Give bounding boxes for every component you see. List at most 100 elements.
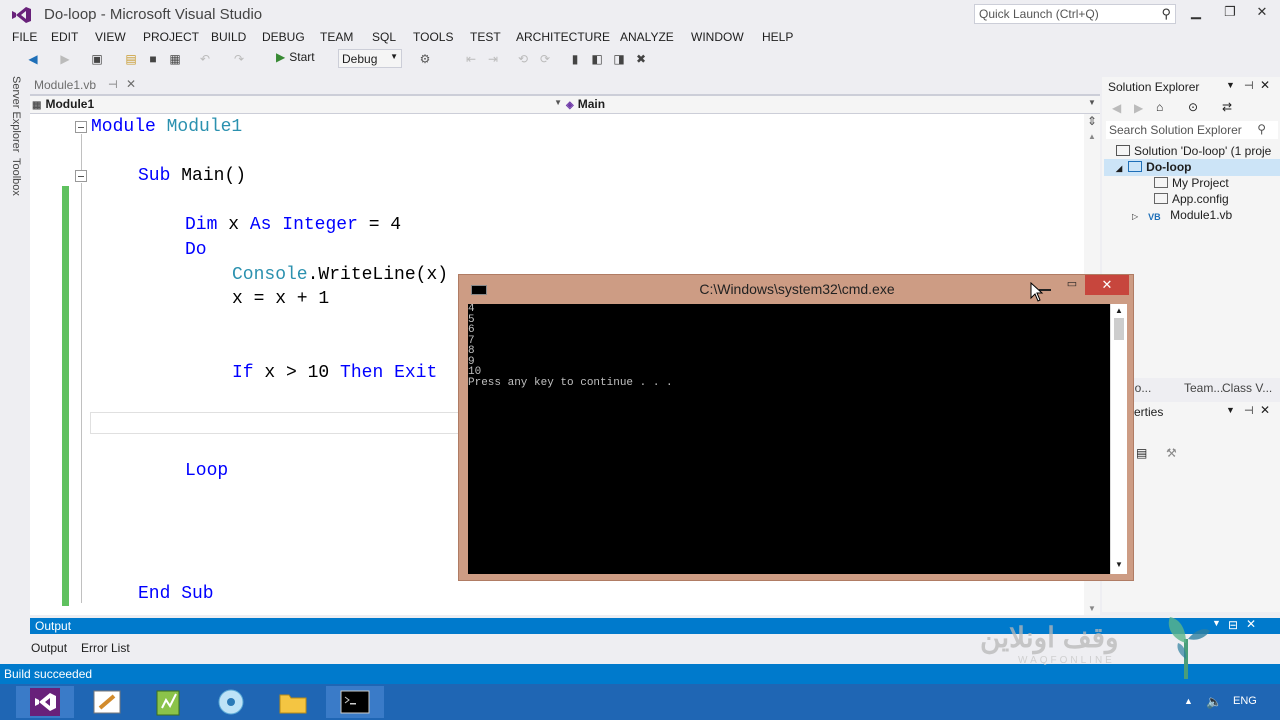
tree-item-project[interactable]: ◢ Do-loop xyxy=(1116,160,1191,174)
pin-icon[interactable]: ⊣ xyxy=(1244,404,1254,417)
forward-icon[interactable]: ▶ xyxy=(56,50,74,68)
back-icon[interactable]: ◀ xyxy=(24,50,42,68)
bookmark-icon[interactable]: ▮ xyxy=(566,50,584,68)
menu-help[interactable]: HELP xyxy=(762,30,793,44)
code-line-module: Module Module1 xyxy=(91,117,243,137)
toolbox-tab[interactable]: Toolbox xyxy=(10,158,22,196)
pin-icon[interactable]: ⊣ xyxy=(1244,79,1254,92)
start-debugging-button[interactable]: ▶ Start xyxy=(276,50,315,64)
save-all-icon[interactable]: ▦ xyxy=(166,50,184,68)
menu-test[interactable]: TEST xyxy=(470,30,501,44)
document-tab-module1[interactable]: Module1.vb ⊣ ✕ xyxy=(30,77,142,95)
next-bookmark-icon[interactable]: ◨ xyxy=(610,50,628,68)
clear-bookmarks-icon[interactable]: ✖ xyxy=(632,50,650,68)
taskbar-notepad[interactable] xyxy=(140,686,198,718)
close-panel-icon[interactable]: ✕ xyxy=(1260,403,1270,417)
cmd-window[interactable]: C:\Windows\system32\cmd.exe ▭ ✕ 4 5 6 7 … xyxy=(458,274,1134,581)
find-in-files-icon[interactable]: ⚙ xyxy=(416,50,434,68)
home-icon[interactable]: ⌂ xyxy=(1156,100,1163,114)
menu-edit[interactable]: EDIT xyxy=(51,30,78,44)
close-panel-icon[interactable]: ✕ xyxy=(1246,617,1256,631)
tree-item-my-project[interactable]: My Project xyxy=(1154,176,1229,190)
volume-icon[interactable]: 🔈 xyxy=(1206,694,1222,710)
close-button[interactable]: ✕ xyxy=(1250,4,1274,22)
align-left-icon[interactable]: ⇤ xyxy=(462,50,480,68)
tree-item-module1[interactable]: ▷ VB Module1.vb xyxy=(1132,208,1232,223)
console-output-area[interactable]: 4 5 6 7 8 9 10 Press any key to continue… xyxy=(468,304,1110,574)
solution-search-input[interactable]: Search Solution Explorer ⚲ xyxy=(1106,121,1278,139)
taskbar-cmd[interactable] xyxy=(326,686,384,718)
code-line-if: If x > 10 Then Exit xyxy=(232,363,438,383)
code-line-end-sub: End Sub xyxy=(138,584,214,604)
save-icon[interactable]: ■ xyxy=(144,50,162,68)
search-icon: ⚲ xyxy=(1161,6,1171,21)
menu-architecture[interactable]: ARCHITECTURE xyxy=(516,30,610,44)
restore-button[interactable]: ❐ xyxy=(1218,4,1242,22)
tab-class-view[interactable]: Class V... xyxy=(1222,381,1272,395)
sync-icon[interactable]: ⊙ xyxy=(1188,100,1198,114)
menu-debug[interactable]: DEBUG xyxy=(262,30,305,44)
collapse-module-icon[interactable] xyxy=(75,121,87,133)
tab-solution-explorer[interactable]: io... xyxy=(1132,381,1151,395)
member-dropdown[interactable]: ◈ Main xyxy=(566,97,605,111)
categorized-icon[interactable]: ▤ xyxy=(1136,446,1147,460)
taskbar-media-player[interactable] xyxy=(202,686,260,718)
property-pages-icon[interactable]: ⚒ xyxy=(1166,446,1177,460)
scroll-down-icon[interactable]: ▼ xyxy=(1088,604,1096,613)
new-project-icon[interactable]: ▣ xyxy=(88,50,106,68)
tab-team-explorer[interactable]: Team... xyxy=(1184,381,1223,395)
undo-icon[interactable]: ↶ xyxy=(196,50,214,68)
search-icon: ⚲ xyxy=(1257,122,1266,136)
menu-tools[interactable]: TOOLS xyxy=(413,30,453,44)
close-panel-icon[interactable]: ✕ xyxy=(1260,78,1270,92)
tab-error-list[interactable]: Error List xyxy=(81,641,130,655)
menu-build[interactable]: BUILD xyxy=(211,30,246,44)
dropdown-icon[interactable]: ▼ xyxy=(1226,405,1235,415)
back-icon[interactable]: ◀ xyxy=(1112,101,1121,115)
cmd-close-button[interactable]: ✕ xyxy=(1085,275,1129,295)
cmd-vertical-scrollbar[interactable]: ▲ ▼ xyxy=(1110,304,1127,574)
menu-window[interactable]: WINDOW xyxy=(691,30,744,44)
uncomment-icon[interactable]: ⟳ xyxy=(536,50,554,68)
scroll-down-icon[interactable]: ▼ xyxy=(1115,560,1123,569)
menu-sql[interactable]: SQL xyxy=(372,30,396,44)
taskbar-file-explorer[interactable] xyxy=(264,686,322,718)
forward-icon[interactable]: ▶ xyxy=(1134,101,1143,115)
tree-item-solution[interactable]: Solution 'Do-loop' (1 proje xyxy=(1116,144,1271,158)
menu-project[interactable]: PROJECT xyxy=(143,30,199,44)
solution-explorer-title: Solution Explorer xyxy=(1108,80,1200,94)
prev-bookmark-icon[interactable]: ◧ xyxy=(588,50,606,68)
show-hidden-icons-icon[interactable]: ▲ xyxy=(1184,696,1193,706)
chevron-down-icon[interactable]: ▼ xyxy=(1088,98,1096,107)
expanded-arrow-icon: ◢ xyxy=(1116,164,1123,173)
pin-icon[interactable]: ⊣ xyxy=(108,78,118,91)
dropdown-icon[interactable]: ▼ xyxy=(1226,80,1235,90)
menu-analyze[interactable]: ANALYZE xyxy=(620,30,674,44)
tree-item-app-config[interactable]: App.config xyxy=(1154,192,1229,206)
taskbar-visual-studio[interactable] xyxy=(16,686,74,718)
collapse-sub-icon[interactable] xyxy=(75,170,87,182)
minimize-button[interactable]: ▁ xyxy=(1184,4,1208,22)
close-tab-icon[interactable]: ✕ xyxy=(126,77,136,91)
scroll-up-icon[interactable]: ▲ xyxy=(1088,132,1096,141)
quick-launch-input[interactable]: Quick Launch (Ctrl+Q) ⚲ xyxy=(974,4,1176,24)
solution-configuration-select[interactable]: Debug ▼ xyxy=(338,49,402,68)
redo-icon[interactable]: ↷ xyxy=(230,50,248,68)
tab-output[interactable]: Output xyxy=(31,641,67,655)
scroll-thumb[interactable] xyxy=(1114,318,1124,340)
refresh-icon[interactable]: ⇄ xyxy=(1222,100,1232,114)
maximize-icon[interactable]: ▭ xyxy=(1061,277,1083,293)
align-right-icon[interactable]: ⇥ xyxy=(484,50,502,68)
visual-studio-icon xyxy=(30,688,60,716)
input-language[interactable]: ENG xyxy=(1233,695,1257,707)
scroll-up-icon[interactable]: ▲ xyxy=(1115,306,1123,315)
type-dropdown[interactable]: ▦ Module1 ▼ xyxy=(32,97,562,111)
split-icon[interactable]: ⇕ xyxy=(1087,114,1097,128)
open-file-icon[interactable]: ▤ xyxy=(122,50,140,68)
comment-icon[interactable]: ⟲ xyxy=(514,50,532,68)
taskbar-paint[interactable] xyxy=(78,686,136,718)
menu-view[interactable]: VIEW xyxy=(95,30,126,44)
menu-file[interactable]: FILE xyxy=(12,30,37,44)
menu-team[interactable]: TEAM xyxy=(320,30,353,44)
server-explorer-tab[interactable]: Server Explorer xyxy=(10,76,22,152)
